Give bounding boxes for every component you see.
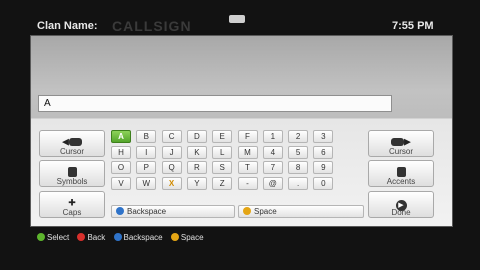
key-p[interactable]: P <box>136 161 157 174</box>
key-i[interactable]: I <box>136 145 157 159</box>
key-a[interactable]: A <box>111 130 131 143</box>
cursor-left-label: Cursor <box>59 147 84 156</box>
key-3[interactable]: 3 <box>313 130 334 143</box>
hint-backspace-label: Backspace <box>123 233 163 242</box>
symbols-button[interactable]: Symbols <box>39 160 105 187</box>
key-2[interactable]: 2 <box>288 130 309 143</box>
cursor-left-button[interactable]: ◀ Cursor <box>39 130 105 157</box>
key-f[interactable]: F <box>237 130 258 143</box>
y-button-icon <box>243 206 251 215</box>
key-m[interactable]: M <box>237 145 258 159</box>
key-9[interactable]: 9 <box>313 161 334 174</box>
xbox-guide-icon <box>229 15 245 23</box>
accents-button[interactable]: Accents <box>368 160 434 187</box>
space-key-label: Space <box>254 207 277 216</box>
done-button[interactable]: ▶ Done <box>368 191 434 218</box>
cursor-right-label: Cursor <box>388 147 413 156</box>
title-bar: Clan Name: CALLSIGN 7:55 PM <box>0 0 480 34</box>
caps-label: Caps <box>62 208 82 217</box>
lb-cursor-left-icon: ◀ <box>40 133 104 147</box>
key-1[interactable]: 1 <box>262 130 283 143</box>
clan-name-ghost: CALLSIGN <box>112 18 192 34</box>
stick-caps-icon: ✚ <box>68 197 76 208</box>
clan-name-label: Clan Name: <box>37 20 98 32</box>
rt-accents-icon <box>369 163 433 177</box>
lt-symbols-icon <box>40 163 104 177</box>
key-j[interactable]: J <box>161 145 182 159</box>
clock: 7:55 PM <box>392 20 434 32</box>
key-5[interactable]: 5 <box>288 145 309 159</box>
key-period[interactable]: . <box>288 176 309 190</box>
key-o[interactable]: O <box>111 161 131 174</box>
text-input[interactable]: A <box>38 95 392 112</box>
hint-select-label: Select <box>47 233 70 242</box>
hint-space-label: Space <box>180 233 204 242</box>
key-y[interactable]: Y <box>186 176 207 190</box>
key-e[interactable]: E <box>212 130 233 143</box>
key-h[interactable]: H <box>111 145 131 159</box>
key-dash[interactable]: - <box>237 176 258 190</box>
key-7[interactable]: 7 <box>262 161 283 174</box>
start-done-icon: ▶ <box>369 194 433 211</box>
y-button-icon <box>170 232 179 241</box>
key-d[interactable]: D <box>186 130 207 143</box>
caps-button[interactable]: ✚ Caps <box>39 191 105 218</box>
key-6[interactable]: 6 <box>313 145 334 159</box>
key-z[interactable]: Z <box>212 176 233 190</box>
key-8[interactable]: 8 <box>288 161 309 174</box>
key-s[interactable]: S <box>212 161 233 174</box>
accents-label: Accents <box>386 177 416 186</box>
key-w[interactable]: W <box>136 176 157 190</box>
hint-select: Select <box>37 232 70 242</box>
backspace-key-label: Backspace <box>127 207 167 216</box>
cursor-right-button[interactable]: ▶ Cursor <box>368 130 434 157</box>
key-x[interactable]: X <box>161 176 182 190</box>
key-4[interactable]: 4 <box>262 145 283 159</box>
key-q[interactable]: Q <box>161 161 182 174</box>
hint-back: Back <box>77 232 106 242</box>
key-c[interactable]: C <box>161 130 182 143</box>
key-t[interactable]: T <box>237 161 258 174</box>
key-b[interactable]: B <box>136 130 157 143</box>
hint-space: Space <box>170 232 204 242</box>
rb-cursor-right-icon: ▶ <box>369 133 433 147</box>
symbols-label: Symbols <box>56 177 88 186</box>
done-label: Done <box>391 208 411 217</box>
backspace-key[interactable]: Backspace <box>111 205 235 218</box>
x-button-icon <box>113 232 122 241</box>
key-at[interactable]: @ <box>262 176 283 190</box>
b-button-icon <box>77 232 86 241</box>
key-r[interactable]: R <box>186 161 207 174</box>
hint-back-label: Back <box>87 233 106 242</box>
key-k[interactable]: K <box>186 145 207 159</box>
key-l[interactable]: L <box>212 145 233 159</box>
key-v[interactable]: V <box>111 176 131 190</box>
hint-backspace: Backspace <box>113 232 163 242</box>
key-0[interactable]: 0 <box>313 176 334 190</box>
x-button-icon <box>116 206 124 215</box>
a-button-icon <box>37 232 45 241</box>
button-hints: Select Back Backspace Space <box>37 232 210 245</box>
space-key[interactable]: Space <box>238 205 364 218</box>
